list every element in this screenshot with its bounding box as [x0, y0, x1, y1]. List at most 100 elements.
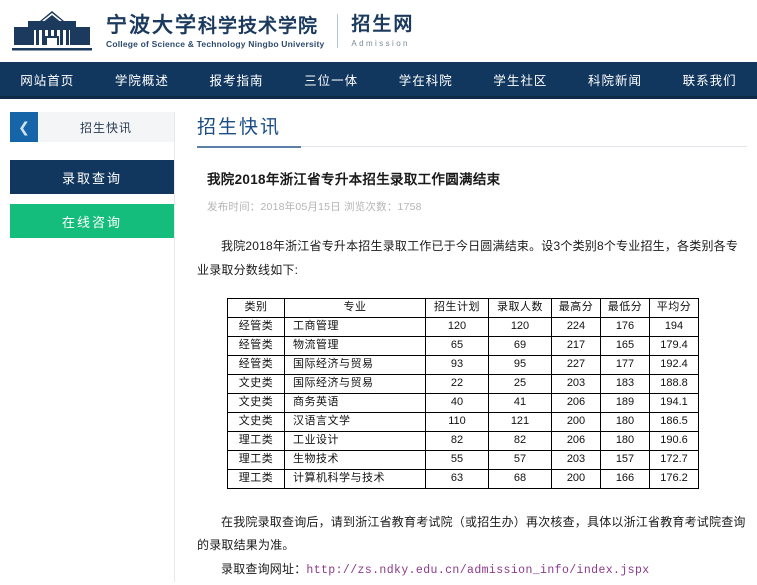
- nav-item-label: 报考指南: [209, 73, 264, 88]
- cell-major: 计算机科学与技术: [284, 469, 426, 489]
- cell-major: 汉语言文学: [284, 412, 426, 432]
- cell-highest: 217: [551, 336, 601, 356]
- sidebar-button-online-consult[interactable]: 在线咨询: [10, 204, 174, 238]
- cell-average: 179.4: [649, 336, 699, 356]
- column-header-lowest: 最低分: [600, 298, 650, 318]
- cell-highest: 206: [551, 431, 601, 451]
- closing-paragraph: 在我院录取查询后，请到浙江省教育考试院（或招生办）再次核查，具体以浙江省教育考试…: [197, 515, 746, 553]
- nav-item-news[interactable]: 科院新闻: [568, 62, 663, 96]
- cell-major: 国际经济与贸易: [284, 355, 426, 375]
- content-area: 招生快讯 我院2018年浙江省专升本招生录取工作圆满结束 发布时间：2018年0…: [174, 112, 757, 583]
- cell-lowest: 183: [600, 374, 650, 394]
- cell-highest: 227: [551, 355, 601, 375]
- page-body: ❮ 招生快讯 录取查询 在线咨询 招生快讯 我院2018年浙江省专升本招生录取工…: [0, 99, 757, 584]
- chevron-left-icon[interactable]: ❮: [10, 112, 38, 142]
- nav-item-label: 学院概述: [114, 73, 169, 88]
- cell-average: 190.6: [649, 431, 699, 451]
- site-header: 宁波大学科学技术学院 College of Science & Technolo…: [0, 0, 757, 62]
- table-row: 理工类 计算机科学与技术 63 68 200 166 176.2: [227, 469, 699, 489]
- cell-enrolled: 41: [488, 393, 552, 413]
- cell-average: 194: [649, 317, 699, 337]
- cell-average: 172.7: [649, 450, 699, 470]
- cell-category: 理工类: [227, 431, 285, 451]
- cell-plan: 63: [425, 469, 489, 489]
- table-header-row: 类别 专业 招生计划 录取人数 最高分 最低分 平均分: [227, 298, 699, 318]
- cell-average: 176.2: [649, 469, 699, 489]
- cell-plan: 93: [425, 355, 489, 375]
- column-header-enrolled: 录取人数: [488, 298, 552, 318]
- sidebar-button-label: 在线咨询: [61, 214, 122, 230]
- table-row: 文史类 国际经济与贸易 22 25 203 183 188.8: [227, 374, 699, 394]
- nav-item-label: 学在科院: [398, 73, 453, 88]
- column-header-plan: 招生计划: [425, 298, 489, 318]
- nav-item-label: 学生社区: [493, 73, 548, 88]
- nav-item-student-community[interactable]: 学生社区: [473, 62, 568, 96]
- cell-average: 186.5: [649, 412, 699, 432]
- brand-chinese-name: 宁波大学科学技术学院: [106, 12, 324, 38]
- nav-item-label: 网站首页: [20, 73, 75, 88]
- cell-plan: 40: [425, 393, 489, 413]
- cell-major: 生物技术: [284, 450, 426, 470]
- cell-major: 物流管理: [284, 336, 426, 356]
- cell-plan: 120: [425, 317, 489, 337]
- cell-lowest: 180: [600, 412, 650, 432]
- column-header-category: 类别: [227, 298, 285, 318]
- cell-category: 文史类: [227, 412, 285, 432]
- cell-lowest: 177: [600, 355, 650, 375]
- admission-score-table: 类别 专业 招生计划 录取人数 最高分 最低分 平均分 经管类 工商管理 120: [227, 298, 699, 489]
- university-building-icon: [10, 9, 94, 53]
- title-underline: [197, 146, 747, 148]
- cell-average: 192.4: [649, 355, 699, 375]
- cell-lowest: 157: [600, 450, 650, 470]
- column-header-average: 平均分: [649, 298, 699, 318]
- cell-enrolled: 121: [488, 412, 552, 432]
- brand-lockup: 宁波大学科学技术学院 College of Science & Technolo…: [106, 12, 415, 49]
- article-meta: 发布时间：2018年05月15日 浏览次数：1758: [207, 201, 422, 213]
- nav-item-label: 三位一体: [304, 73, 359, 88]
- cell-average: 194.1: [649, 393, 699, 413]
- article-intro-paragraph: 我院2018年浙江省专升本招生录取工作已于今日圆满结束。设3个类别8个专业招生，…: [197, 239, 739, 277]
- nav-item-college-overview[interactable]: 学院概述: [95, 62, 190, 96]
- cell-lowest: 189: [600, 393, 650, 413]
- score-table-container: 类别 专业 招生计划 录取人数 最高分 最低分 平均分 经管类 工商管理 120: [227, 298, 747, 489]
- nav-item-contact[interactable]: 联系我们: [662, 62, 757, 96]
- table-row: 文史类 商务英语 40 41 206 189 194.1: [227, 393, 699, 413]
- cell-category: 经管类: [227, 317, 285, 337]
- admission-query-link[interactable]: http://zs.ndky.edu.cn/admission_info/ind…: [306, 564, 649, 577]
- column-header-major: 专业: [284, 298, 426, 318]
- section-label-cn: 招生网: [351, 13, 415, 36]
- cell-enrolled: 95: [488, 355, 552, 375]
- cell-highest: 200: [551, 412, 601, 432]
- section-label-en: Admission: [351, 38, 410, 48]
- sidebar-button-admission-query[interactable]: 录取查询: [10, 160, 174, 194]
- nav-item-trinity[interactable]: 三位一体: [284, 62, 379, 96]
- nav-item-study[interactable]: 学在科院: [379, 62, 474, 96]
- url-label: 录取查询网址：: [221, 561, 307, 576]
- main-navigation: 网站首页 学院概述 报考指南 三位一体 学在科院 学生社区 科院新闻 联系我们: [0, 62, 757, 99]
- table-row: 经管类 国际经济与贸易 93 95 227 177 192.4: [227, 355, 699, 375]
- article-title: 我院2018年浙江省专升本招生录取工作圆满结束: [207, 172, 501, 187]
- table-row: 经管类 物流管理 65 69 217 165 179.4: [227, 336, 699, 356]
- cell-category: 理工类: [227, 469, 285, 489]
- cell-enrolled: 57: [488, 450, 552, 470]
- nav-item-home[interactable]: 网站首页: [0, 62, 95, 96]
- table-row: 经管类 工商管理 120 120 224 176 194: [227, 317, 699, 337]
- table-row: 理工类 生物技术 55 57 203 157 172.7: [227, 450, 699, 470]
- cell-lowest: 176: [600, 317, 650, 337]
- cell-major: 国际经济与贸易: [284, 374, 426, 394]
- cell-enrolled: 68: [488, 469, 552, 489]
- cell-average: 188.8: [649, 374, 699, 394]
- sidebar-header: ❮ 招生快讯: [10, 112, 174, 142]
- cell-category: 文史类: [227, 374, 285, 394]
- table-row: 文史类 汉语言文学 110 121 200 180 186.5: [227, 412, 699, 432]
- nav-item-label: 科院新闻: [588, 73, 643, 88]
- sidebar: ❮ 招生快讯 录取查询 在线咨询: [0, 112, 174, 238]
- cell-enrolled: 82: [488, 431, 552, 451]
- column-header-highest: 最高分: [551, 298, 601, 318]
- brand-divider: [337, 14, 339, 48]
- table-row: 理工类 工业设计 82 82 206 180 190.6: [227, 431, 699, 451]
- page-title: 招生快讯: [197, 117, 282, 138]
- cell-lowest: 180: [600, 431, 650, 451]
- nav-item-application-guide[interactable]: 报考指南: [189, 62, 284, 96]
- cell-plan: 110: [425, 412, 489, 432]
